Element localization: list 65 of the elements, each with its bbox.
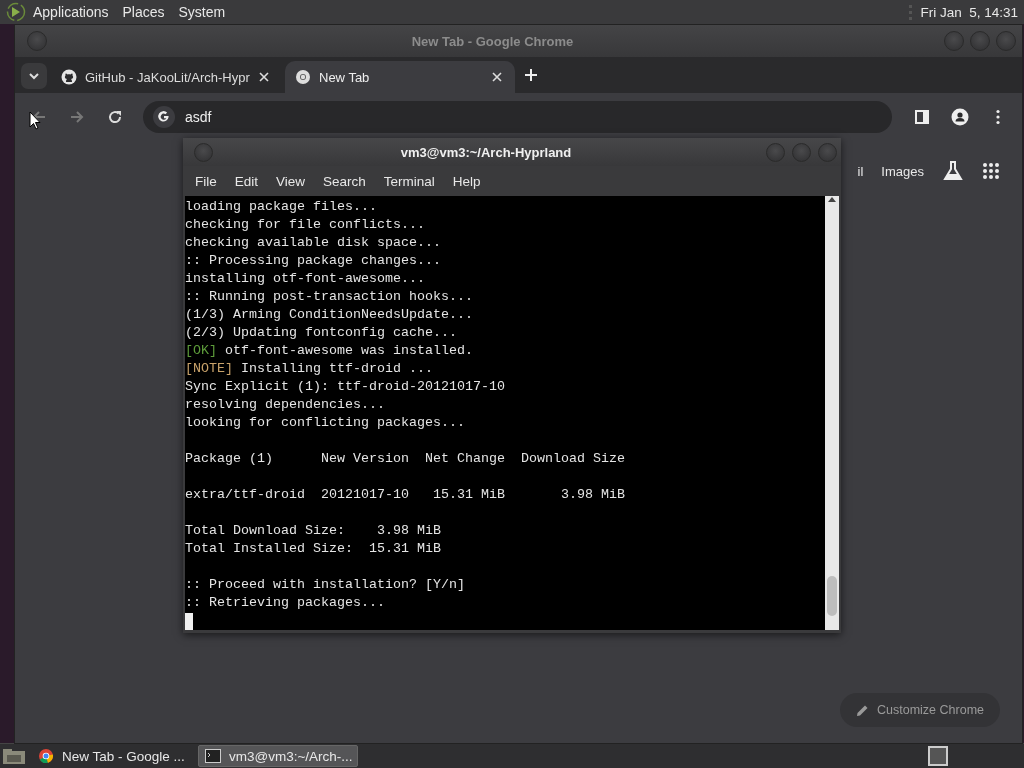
scroll-up-icon[interactable] <box>828 196 836 202</box>
github-icon <box>61 69 77 85</box>
tab-title: New Tab <box>319 69 371 85</box>
terminal-line: (2/3) Updating fontconfig cache... <box>185 324 457 342</box>
terminal-line: Package (1) New Version Net Change Download Size <box>185 450 625 468</box>
browser-tab[interactable]: GitHub - JaKooLit/Arch-Hypr <box>51 61 281 93</box>
terminal-line: looking for conflicting packages... <box>185 414 465 432</box>
link[interactable]: Images <box>881 163 924 179</box>
terminal-line: [NOTE] Installing ttf-droid ... <box>185 360 433 378</box>
terminal-line: loading package files... <box>185 198 377 216</box>
terminal-line: extra/ttf-droid 20121017-10 15.31 MiB 3.98 MiB <box>185 486 625 504</box>
chrome-icon <box>295 69 311 85</box>
close-icon[interactable] <box>492 72 502 82</box>
menu-item[interactable]: Places <box>115 4 172 20</box>
flask-icon[interactable] <box>942 160 964 182</box>
scrollbar-thumb[interactable] <box>827 576 837 616</box>
workspace-switcher[interactable] <box>928 746 948 766</box>
address-bar[interactable]: asdf <box>143 100 892 133</box>
clock: Fri Jan 5, 14:31 <box>909 4 1018 20</box>
side-panel-icon[interactable] <box>913 107 931 126</box>
terminal-line: :: Retrieving packages... <box>185 594 385 612</box>
terminal-line: checking available disk space... <box>185 234 441 252</box>
new-tab-icon[interactable] <box>524 68 538 82</box>
terminal-icon <box>205 749 221 763</box>
menu-item[interactable]: Edit <box>225 173 268 189</box>
link[interactable]: il <box>857 163 864 179</box>
browser-tab[interactable]: New Tab <box>285 61 515 93</box>
text-cursor <box>185 613 193 630</box>
mouse-pointer-icon <box>29 111 41 130</box>
terminal-line: Sync Explicit (1): ttf-droid-20121017-10 <box>185 378 505 396</box>
apps-grid-icon[interactable] <box>982 162 1000 180</box>
terminal-line: (1/3) Arming ConditionNeedsUpdate... <box>185 306 473 324</box>
terminal-line: [OK] otf-font-awesome was installed. <box>185 342 473 360</box>
tab-title: GitHub - JaKooLit/Arch-Hypr <box>85 69 250 85</box>
chevron-down-icon <box>29 72 39 80</box>
menu-item[interactable]: Help <box>443 173 490 189</box>
terminal-line: checking for file conflicts... <box>185 216 425 234</box>
menu-item[interactable]: Terminal <box>374 173 444 189</box>
tab-search-button[interactable] <box>21 63 47 89</box>
taskbar-button[interactable]: vm3@vm3:~/Arch-... <box>198 745 358 767</box>
menu-item[interactable]: Search <box>314 173 375 189</box>
profile-icon[interactable] <box>951 107 969 126</box>
terminal-line: installing otf-font-awesome... <box>185 270 425 288</box>
taskbar-button[interactable]: New Tab - Google ... <box>32 745 192 767</box>
menu-item[interactable]: File <box>186 173 226 189</box>
terminal-line: Total Download Size: 3.98 MiB <box>185 522 441 540</box>
close-icon[interactable] <box>259 72 270 82</box>
google-icon <box>153 105 175 128</box>
terminal-line: :: Running post-transaction hooks... <box>185 288 473 306</box>
chrome-icon <box>38 748 54 764</box>
window-title: vm3@vm3:~/Arch-Hyprland <box>399 144 573 160</box>
menu-item[interactable]: Applications <box>26 4 116 20</box>
terminal-line: Total Installed Size: 15.31 MiB <box>185 540 441 558</box>
menu-item[interactable]: System <box>171 4 233 20</box>
address-text: asdf <box>185 108 212 125</box>
terminal-line: :: Proceed with installation? [Y/n] <box>185 576 465 594</box>
pencil-icon <box>856 703 869 717</box>
terminal-line: resolving dependencies... <box>185 396 385 414</box>
terminal-line: :: Processing package changes... <box>185 252 441 270</box>
scrollbar[interactable] <box>825 196 839 630</box>
window-title: New Tab - Google Chrome <box>410 33 575 49</box>
logo-icon[interactable] <box>6 2 26 22</box>
customize-button[interactable]: Customize Chrome <box>840 693 1000 727</box>
menu-item[interactable]: View <box>267 173 315 189</box>
show-desktop-icon[interactable] <box>2 747 26 765</box>
